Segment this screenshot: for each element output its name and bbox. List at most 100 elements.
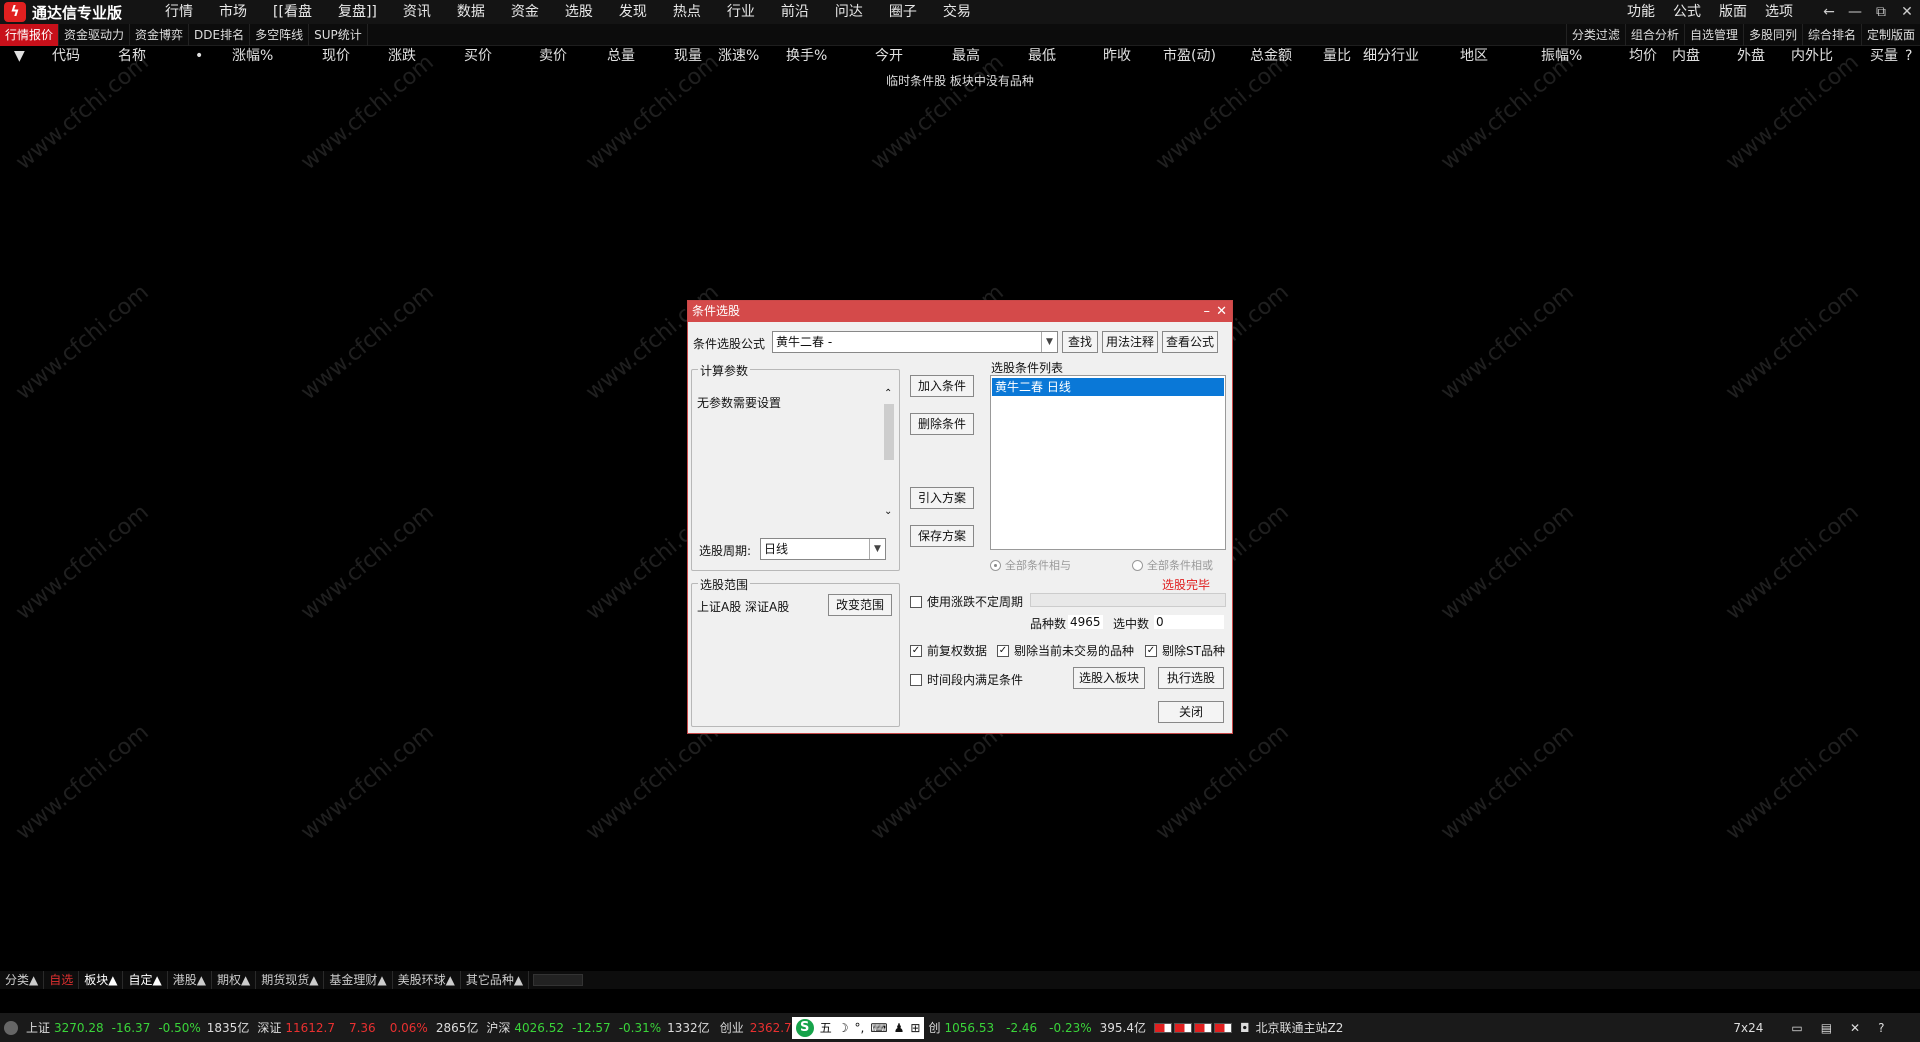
column-header[interactable]: 涨速% <box>718 46 759 66</box>
function-tab-right[interactable]: 多股同列 <box>1742 24 1802 46</box>
params-scrollbar[interactable]: ⌃ ⌄ <box>881 388 897 522</box>
column-header[interactable]: 现价 <box>322 46 350 66</box>
column-header[interactable]: 市盈(动) <box>1163 46 1216 66</box>
scroll-down-icon[interactable]: ⌄ <box>884 506 892 517</box>
menu-item[interactable]: 行情 <box>152 0 206 24</box>
function-tab[interactable]: 行情报价 <box>0 23 60 46</box>
close-button[interactable]: 关闭 <box>1158 701 1224 723</box>
function-tab-right[interactable]: 自选管理 <box>1683 24 1743 46</box>
menu-item[interactable]: 复盘]] <box>325 0 390 24</box>
usage-notes-button[interactable]: 用法注释 <box>1102 331 1158 353</box>
column-header[interactable]: 细分行业 <box>1363 46 1419 66</box>
radio-and-dot[interactable] <box>990 559 1001 571</box>
column-header[interactable]: 量比 <box>1323 46 1351 66</box>
right-menu-item[interactable]: 公式 <box>1664 0 1710 24</box>
menu-item[interactable]: 资讯 <box>390 0 444 24</box>
bottom-tab[interactable]: 自定▲ <box>123 971 168 989</box>
column-header[interactable]: 涨跌 <box>388 46 416 66</box>
import-scheme-button[interactable]: 引入方案 <box>910 487 974 509</box>
function-tab-right[interactable]: 定制版面 <box>1860 24 1920 46</box>
radio-or[interactable]: 全部条件相或 <box>1132 557 1213 573</box>
column-header[interactable]: 地区 <box>1460 46 1488 66</box>
bottom-tab[interactable]: 基金理财▲ <box>324 971 393 989</box>
right-menu-item[interactable]: 选项 <box>1756 0 1802 24</box>
menu-item[interactable]: 选股 <box>552 0 606 24</box>
column-header[interactable]: 名称 <box>118 46 146 66</box>
column-header[interactable]: 今开 <box>875 46 903 66</box>
scroll-up-icon[interactable]: ⌃ <box>884 388 892 399</box>
column-header[interactable]: 最高 <box>952 46 980 66</box>
menu-item[interactable]: 行业 <box>714 0 768 24</box>
column-header[interactable]: 外盘 <box>1737 46 1765 66</box>
menu-item[interactable]: 数据 <box>444 0 498 24</box>
right-menu-item[interactable]: 功能 <box>1618 0 1664 24</box>
menu-item[interactable]: [[看盘 <box>260 0 325 24</box>
menu-item[interactable]: 问达 <box>822 0 876 24</box>
period-input[interactable] <box>1030 593 1226 607</box>
function-tab[interactable]: SUP统计 <box>309 23 368 46</box>
column-header[interactable]: ? <box>1905 46 1912 66</box>
server-name[interactable]: 北京联通主站Z2 <box>1255 1019 1343 1036</box>
bottom-tab[interactable]: 自选 <box>44 971 80 989</box>
checkbox-box[interactable] <box>910 595 922 608</box>
add-condition-button[interactable]: 加入条件 <box>910 375 974 397</box>
minimize-icon[interactable]: – <box>1204 301 1211 322</box>
menu-item[interactable]: 圈子 <box>876 0 930 24</box>
condition-item[interactable]: 黄牛二春 日线 <box>992 378 1224 396</box>
checkbox-checked[interactable]: ✓ <box>910 644 922 657</box>
remove-st-checkbox[interactable]: ✓ 剔除ST品种 <box>1145 642 1225 659</box>
function-tab[interactable]: 资金驱动力 <box>59 23 131 46</box>
column-header[interactable]: 买量 <box>1870 46 1898 66</box>
radio-and[interactable]: 全部条件相与 <box>990 557 1071 573</box>
column-header[interactable]: 振幅% <box>1541 46 1582 66</box>
message-icon[interactable]: ▭ <box>1791 1021 1802 1035</box>
function-tab[interactable]: 多空阵线 <box>250 23 310 46</box>
close-icon[interactable]: ✕ <box>1894 0 1920 24</box>
save-scheme-button[interactable]: 保存方案 <box>910 525 974 547</box>
function-tab-right[interactable]: 分类过滤 <box>1565 24 1625 46</box>
close-icon[interactable]: ✕ <box>1216 301 1227 322</box>
grid-icon[interactable]: ⊞ <box>910 1021 920 1035</box>
column-header[interactable]: 买价 <box>464 46 492 66</box>
view-formula-button[interactable]: 查看公式 <box>1162 331 1218 353</box>
column-header[interactable]: 均价 <box>1629 46 1657 66</box>
menu-item[interactable]: 热点 <box>660 0 714 24</box>
moon-icon[interactable]: ☽ <box>838 1021 849 1035</box>
delete-condition-button[interactable]: 删除条件 <box>910 413 974 435</box>
user-icon[interactable]: ♟ <box>894 1021 905 1035</box>
sogou-icon[interactable]: S <box>795 1018 814 1037</box>
chat-icon[interactable]: ▤ <box>1821 1021 1832 1035</box>
column-header[interactable]: 昨收 <box>1103 46 1131 66</box>
function-tab[interactable]: DDE排名 <box>189 23 251 46</box>
remove-untraded-checkbox[interactable]: ✓ 剔除当前未交易的品种 <box>997 642 1134 659</box>
to-block-button[interactable]: 选股入板块 <box>1073 667 1145 689</box>
period-select[interactable]: 日线 ▼ <box>760 538 886 560</box>
menu-item[interactable]: 交易 <box>930 0 984 24</box>
column-header[interactable]: 代码 <box>52 46 80 66</box>
back-icon[interactable]: ← <box>1816 0 1842 24</box>
sort-menu-icon[interactable]: ▼ <box>14 46 25 66</box>
chevron-down-icon[interactable]: ▼ <box>1041 332 1057 352</box>
mute-icon[interactable]: ✕ <box>1850 1021 1860 1035</box>
bottom-tab[interactable]: 其它品种▲ <box>461 971 530 989</box>
column-header[interactable]: 换手% <box>786 46 827 66</box>
chevron-down-icon[interactable]: ▼ <box>869 539 885 559</box>
keyboard-icon[interactable]: ⌨ <box>870 1021 887 1035</box>
change-range-button[interactable]: 改变范围 <box>828 594 892 616</box>
restore-icon[interactable]: ⧉ <box>1868 0 1894 24</box>
conditions-list[interactable]: 黄牛二春 日线 <box>990 375 1226 550</box>
column-header[interactable]: 涨幅% <box>232 46 273 66</box>
variable-period-checkbox[interactable]: 使用涨跌不定周期 <box>910 593 1023 610</box>
column-header[interactable]: 内盘 <box>1672 46 1700 66</box>
connection-icon[interactable] <box>4 1020 18 1035</box>
bottom-tab[interactable]: 板块▲ <box>79 971 124 989</box>
function-tab[interactable]: 资金博弈 <box>130 23 190 46</box>
column-header[interactable]: 内外比 <box>1791 46 1833 66</box>
menu-item[interactable]: 发现 <box>606 0 660 24</box>
menu-item[interactable]: 前沿 <box>768 0 822 24</box>
find-button[interactable]: 查找 <box>1062 331 1098 353</box>
horizontal-scrollbar[interactable] <box>533 974 584 986</box>
ime-mode[interactable]: 五 <box>820 1019 832 1036</box>
clock-label[interactable]: 7x24 <box>1733 1021 1763 1035</box>
checkbox-box[interactable] <box>910 673 922 686</box>
